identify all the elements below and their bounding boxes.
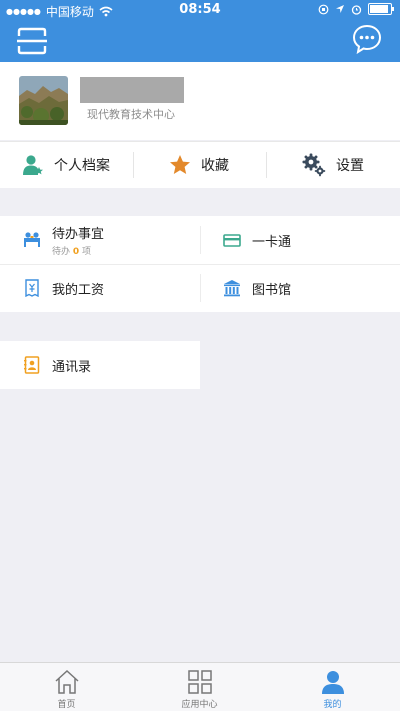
tab-home[interactable]: 首页 [0,663,133,711]
tab-home-label: 首页 [57,700,76,710]
card-icon [223,233,241,247]
salary-item[interactable]: 我的工资 [0,264,200,312]
favorites-button[interactable]: 收藏 [169,142,229,188]
contacts-label: 通讯录 [52,359,92,375]
person-profile-icon [23,155,43,175]
quick-actions: 个人档案 收藏 设置 [0,141,400,188]
salary-label: 我的工资 [52,282,105,298]
orientation-lock-icon [318,4,329,14]
gear-icon [302,153,326,177]
favorites-label: 收藏 [201,158,229,174]
status-bar: ●●●●● 中国移动 08:54 [0,0,400,20]
user-name-redacted [80,77,184,103]
todo-count: 0 [72,247,80,257]
library-icon [224,280,240,297]
tab-app-center-label: 应用中心 [181,700,218,710]
contacts-icon [24,356,40,374]
profile-archive-button[interactable]: 个人档案 [22,142,110,188]
scan-icon[interactable] [17,27,47,55]
message-icon[interactable] [352,24,382,54]
home-icon [54,669,79,694]
profile-card[interactable]: 现代教育技术中心 [0,62,400,140]
todo-icon [24,232,40,247]
alarm-icon [351,4,362,15]
divider [200,274,201,302]
profile-archive-label: 个人档案 [54,158,110,174]
battery-icon [368,3,394,15]
campus-card-item[interactable]: 一卡通 [200,216,400,264]
settings-button[interactable]: 设置 [302,142,364,188]
contacts-item[interactable]: 通讯录 [0,341,200,389]
header-bar: ●●●●● 中国移动 08:54 [0,0,400,62]
todo-sub-suffix: 项 [82,247,92,257]
tab-mine[interactable]: 我的 [266,663,399,711]
user-org: 现代教育技术中心 [87,108,175,121]
library-label: 图书馆 [252,282,292,298]
library-item[interactable]: 图书馆 [200,264,400,312]
todo-count-line: 待办 0 项 [52,244,104,257]
avatar[interactable] [19,76,68,125]
campus-card-label: 一卡通 [252,234,292,250]
salary-icon [25,279,39,297]
star-icon [170,155,190,174]
apps-grid-icon [187,670,212,694]
todo-item[interactable]: 待办事宜 待办 0 项 [0,216,200,264]
divider [0,264,400,265]
todo-label: 待办事宜 [52,227,105,242]
location-icon [336,5,344,13]
tab-mine-label: 我的 [323,700,342,710]
user-icon [321,671,344,694]
divider [133,152,134,178]
divider [266,152,267,178]
tab-bar: 首页 应用中心 我的 [0,662,400,711]
todo-sub-prefix: 待办 [52,247,71,257]
tab-app-center[interactable]: 应用中心 [133,663,266,711]
settings-label: 设置 [336,158,364,174]
divider [200,226,201,254]
